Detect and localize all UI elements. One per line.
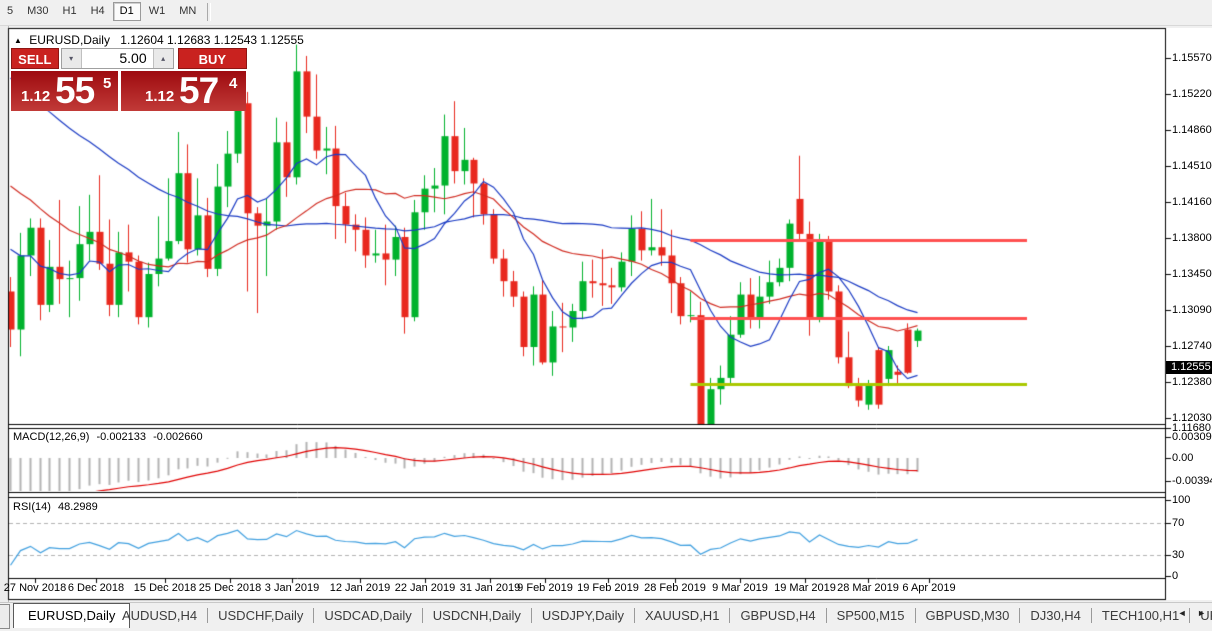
tab-scroll-left-icon[interactable]: ◄ xyxy=(1178,608,1191,618)
rsi-tick-label: 70 xyxy=(1172,517,1185,529)
time-axis-label: 9 Mar 2019 xyxy=(712,582,768,594)
buy-price-point: 4 xyxy=(229,75,238,92)
time-axis-label: 9 Feb 2019 xyxy=(517,582,573,594)
tab-scroll-right-icon[interactable]: ► xyxy=(1197,608,1210,618)
macd-signal-value: -0.002660 xyxy=(153,431,203,443)
rsi-name: RSI(14) xyxy=(13,501,51,513)
price-tick-label: 1.13090 xyxy=(1172,304,1212,316)
macd-main-value: -0.002133 xyxy=(96,431,147,443)
price-tick-label: 1.12740 xyxy=(1172,340,1212,352)
macd-tick-label: 0.00 xyxy=(1172,452,1194,464)
chart-symbol-period: EURUSD,Daily xyxy=(29,33,110,47)
volume-increase-icon[interactable]: ▴ xyxy=(152,49,173,68)
chart-shift-icon: ▲ xyxy=(14,36,22,45)
price-tick-label: 1.13800 xyxy=(1172,232,1212,244)
tab-gbpusd-m30[interactable]: GBPUSD,M30 xyxy=(916,608,1020,623)
price-tick-label: 1.14160 xyxy=(1172,196,1212,208)
chart-title: ▲ EURUSD,Daily 1.12604 1.12683 1.12543 1… xyxy=(14,33,304,47)
sell-price-panel[interactable]: 1.12 55 5 xyxy=(11,70,118,111)
buy-price-panel[interactable]: 1.12 57 4 xyxy=(121,70,246,111)
one-click-trading-widget: SELL ▾ 5.00 ▴ BUY 1.12 55 5 1.12 57 4 xyxy=(11,48,247,111)
volume-input[interactable]: 5.00 xyxy=(82,49,153,68)
partial-tab[interactable] xyxy=(0,604,10,629)
sell-price-prefix: 1.12 xyxy=(21,88,51,105)
rsi-tick-label: 30 xyxy=(1172,549,1185,561)
macd-name: MACD(12,26,9) xyxy=(13,431,90,443)
time-axis-label: 15 Dec 2018 xyxy=(133,582,197,594)
tab-sp500-m15[interactable]: SP500,M15 xyxy=(827,608,915,623)
price-tick-label: 1.13450 xyxy=(1172,268,1212,280)
tab-usdcad-daily[interactable]: USDCAD,Daily xyxy=(314,608,421,623)
sell-price-pips: 55 xyxy=(55,70,95,111)
buy-button[interactable]: BUY xyxy=(177,48,247,69)
buy-price-pips: 57 xyxy=(179,70,219,111)
volume-spinner: ▾ 5.00 ▴ xyxy=(60,48,174,69)
price-tick-label: 1.14860 xyxy=(1172,124,1212,136)
time-axis-label: 28 Feb 2019 xyxy=(644,582,706,594)
time-axis-label: 6 Dec 2018 xyxy=(67,582,125,594)
time-axis-label: 6 Apr 2019 xyxy=(902,582,956,594)
macd-tick-label: -0.003947 xyxy=(1172,475,1212,487)
time-axis-label: 19 Feb 2019 xyxy=(577,582,639,594)
time-axis-label: 28 Mar 2019 xyxy=(837,582,899,594)
rsi-value: 48.2989 xyxy=(57,501,98,513)
time-axis-label: 22 Jan 2019 xyxy=(394,582,456,594)
time-axis-label: 19 Mar 2019 xyxy=(774,582,836,594)
rsi-tick-label: 0 xyxy=(1172,570,1179,582)
sell-price-point: 5 xyxy=(103,75,112,92)
macd-indicator-label: MACD(12,26,9) -0.002133 -0.002660 xyxy=(13,431,203,443)
time-axis-label: 27 Nov 2018 xyxy=(3,582,67,594)
volume-decrease-icon[interactable]: ▾ xyxy=(61,49,82,68)
time-axis-label: 3 Jan 2019 xyxy=(264,582,320,594)
sell-button[interactable]: SELL xyxy=(11,48,59,69)
tab-usdchf-daily[interactable]: USDCHF,Daily xyxy=(208,608,313,623)
macd-tick-label: 0.003095 xyxy=(1172,431,1212,443)
tab-xauusd-h1[interactable]: XAUUSD,H1 xyxy=(635,608,729,623)
tab-dj30-h4[interactable]: DJ30,H4 xyxy=(1020,608,1091,623)
time-axis-label: 31 Jan 2019 xyxy=(459,582,521,594)
current-price-badge: 1.12555 xyxy=(1166,361,1212,374)
buy-price-prefix: 1.12 xyxy=(145,88,175,105)
time-axis-label: 25 Dec 2018 xyxy=(198,582,262,594)
rsi-indicator-label: RSI(14) 48.2989 xyxy=(13,501,98,513)
price-tick-label: 1.15570 xyxy=(1172,52,1212,64)
tab-usdcnh-daily[interactable]: USDCNH,Daily xyxy=(423,608,531,623)
tab-gbpusd-h4[interactable]: GBPUSD,H4 xyxy=(730,608,825,623)
tab-tech100-h1[interactable]: TECH100,H1 xyxy=(1092,608,1189,623)
time-axis-label: 12 Jan 2019 xyxy=(329,582,391,594)
chart-tabs: AUDUSD,H4 USDCHF,Daily USDCAD,Daily USDCNH,… xyxy=(112,603,1212,628)
tab-audusd-h4[interactable]: AUDUSD,H4 xyxy=(112,608,207,623)
tab-scroll-arrows: ◄ ► xyxy=(1178,608,1210,618)
rsi-tick-label: 100 xyxy=(1172,494,1191,506)
price-tick-label: 1.15220 xyxy=(1172,88,1212,100)
chart-ohlc-values: 1.12604 1.12683 1.12543 1.12555 xyxy=(120,33,304,47)
tab-usdjpy-daily[interactable]: USDJPY,Daily xyxy=(532,608,634,623)
price-tick-label: 1.12380 xyxy=(1172,376,1212,388)
price-tick-label: 1.14510 xyxy=(1172,160,1212,172)
